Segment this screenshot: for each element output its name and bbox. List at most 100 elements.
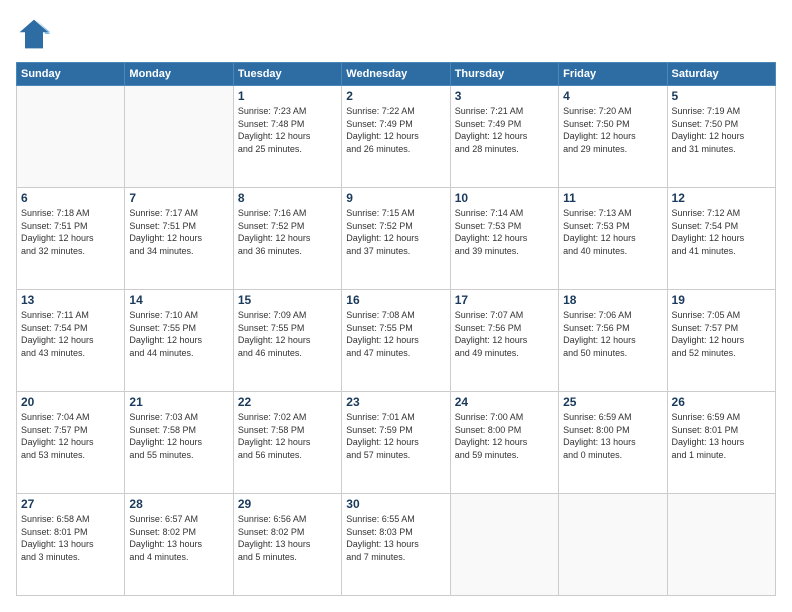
day-info: Sunrise: 7:19 AM Sunset: 7:50 PM Dayligh… — [672, 105, 771, 155]
day-number: 24 — [455, 395, 554, 409]
col-header-tuesday: Tuesday — [233, 63, 341, 86]
day-number: 14 — [129, 293, 228, 307]
day-info: Sunrise: 7:16 AM Sunset: 7:52 PM Dayligh… — [238, 207, 337, 257]
calendar-week-3: 20 Sunrise: 7:04 AM Sunset: 7:57 PM Dayli… — [17, 392, 776, 494]
day-number: 15 — [238, 293, 337, 307]
day-number: 16 — [346, 293, 445, 307]
day-number: 29 — [238, 497, 337, 511]
calendar-cell: 15 Sunrise: 7:09 AM Sunset: 7:55 PM Dayli… — [233, 290, 341, 392]
day-info: Sunrise: 6:59 AM Sunset: 8:01 PM Dayligh… — [672, 411, 771, 461]
calendar-cell: 25 Sunrise: 6:59 AM Sunset: 8:00 PM Dayli… — [559, 392, 667, 494]
calendar-cell: 10Sunrise: 7:14 AM Sunset: 7:53 PM Dayli… — [450, 188, 558, 290]
day-number: 2 — [346, 89, 445, 103]
day-info: Sunrise: 7:02 AM Sunset: 7:58 PM Dayligh… — [238, 411, 337, 461]
col-header-saturday: Saturday — [667, 63, 775, 86]
day-info: Sunrise: 7:09 AM Sunset: 7:55 PM Dayligh… — [238, 309, 337, 359]
day-number: 17 — [455, 293, 554, 307]
day-number: 13 — [21, 293, 120, 307]
calendar-cell — [559, 494, 667, 596]
page: SundayMondayTuesdayWednesdayThursdayFrid… — [0, 0, 792, 612]
day-info: Sunrise: 7:22 AM Sunset: 7:49 PM Dayligh… — [346, 105, 445, 155]
calendar-cell: 3Sunrise: 7:21 AM Sunset: 7:49 PM Daylig… — [450, 86, 558, 188]
calendar-cell: 18 Sunrise: 7:06 AM Sunset: 7:56 PM Dayli… — [559, 290, 667, 392]
calendar-cell: 11Sunrise: 7:13 AM Sunset: 7:53 PM Dayli… — [559, 188, 667, 290]
col-header-thursday: Thursday — [450, 63, 558, 86]
day-info: Sunrise: 7:07 AM Sunset: 7:56 PM Dayligh… — [455, 309, 554, 359]
day-info: Sunrise: 7:08 AM Sunset: 7:55 PM Dayligh… — [346, 309, 445, 359]
calendar-cell: 4 Sunrise: 7:20 AM Sunset: 7:50 PM Daylig… — [559, 86, 667, 188]
day-info: Sunrise: 7:23 AM Sunset: 7:48 PM Dayligh… — [238, 105, 337, 155]
calendar-cell — [125, 86, 233, 188]
calendar-cell: 1 Sunrise: 7:23 AM Sunset: 7:48 PM Daylig… — [233, 86, 341, 188]
day-number: 7 — [129, 191, 228, 205]
calendar-cell: 20 Sunrise: 7:04 AM Sunset: 7:57 PM Dayli… — [17, 392, 125, 494]
calendar-cell: 17 Sunrise: 7:07 AM Sunset: 7:56 PM Dayli… — [450, 290, 558, 392]
calendar-cell: 28 Sunrise: 6:57 AM Sunset: 8:02 PM Dayli… — [125, 494, 233, 596]
day-number: 4 — [563, 89, 662, 103]
day-info: Sunrise: 7:06 AM Sunset: 7:56 PM Dayligh… — [563, 309, 662, 359]
day-number: 19 — [672, 293, 771, 307]
day-info: Sunrise: 6:57 AM Sunset: 8:02 PM Dayligh… — [129, 513, 228, 563]
calendar-cell: 21 Sunrise: 7:03 AM Sunset: 7:58 PM Dayli… — [125, 392, 233, 494]
day-info: Sunrise: 7:10 AM Sunset: 7:55 PM Dayligh… — [129, 309, 228, 359]
day-info: Sunrise: 7:14 AM Sunset: 7:53 PM Dayligh… — [455, 207, 554, 257]
calendar-cell: 8Sunrise: 7:16 AM Sunset: 7:52 PM Daylig… — [233, 188, 341, 290]
calendar-cell: 16 Sunrise: 7:08 AM Sunset: 7:55 PM Dayli… — [342, 290, 450, 392]
day-number: 27 — [21, 497, 120, 511]
day-info: Sunrise: 7:00 AM Sunset: 8:00 PM Dayligh… — [455, 411, 554, 461]
day-number: 28 — [129, 497, 228, 511]
day-info: Sunrise: 6:55 AM Sunset: 8:03 PM Dayligh… — [346, 513, 445, 563]
calendar-cell: 9 Sunrise: 7:15 AM Sunset: 7:52 PM Daylig… — [342, 188, 450, 290]
calendar-cell: 27Sunrise: 6:58 AM Sunset: 8:01 PM Dayli… — [17, 494, 125, 596]
day-number: 1 — [238, 89, 337, 103]
day-number: 9 — [346, 191, 445, 205]
calendar-cell: 29 Sunrise: 6:56 AM Sunset: 8:02 PM Dayli… — [233, 494, 341, 596]
day-info: Sunrise: 7:18 AM Sunset: 7:51 PM Dayligh… — [21, 207, 120, 257]
day-info: Sunrise: 7:05 AM Sunset: 7:57 PM Dayligh… — [672, 309, 771, 359]
day-info: Sunrise: 7:15 AM Sunset: 7:52 PM Dayligh… — [346, 207, 445, 257]
day-info: Sunrise: 7:11 AM Sunset: 7:54 PM Dayligh… — [21, 309, 120, 359]
logo — [16, 16, 56, 52]
calendar-week-0: 1 Sunrise: 7:23 AM Sunset: 7:48 PM Daylig… — [17, 86, 776, 188]
col-header-friday: Friday — [559, 63, 667, 86]
day-info: Sunrise: 6:59 AM Sunset: 8:00 PM Dayligh… — [563, 411, 662, 461]
calendar-cell: 23Sunrise: 7:01 AM Sunset: 7:59 PM Dayli… — [342, 392, 450, 494]
day-number: 12 — [672, 191, 771, 205]
day-number: 26 — [672, 395, 771, 409]
day-info: Sunrise: 7:04 AM Sunset: 7:57 PM Dayligh… — [21, 411, 120, 461]
calendar-cell: 19 Sunrise: 7:05 AM Sunset: 7:57 PM Dayli… — [667, 290, 775, 392]
calendar-cell: 26 Sunrise: 6:59 AM Sunset: 8:01 PM Dayli… — [667, 392, 775, 494]
day-number: 3 — [455, 89, 554, 103]
calendar-cell: 13 Sunrise: 7:11 AM Sunset: 7:54 PM Dayli… — [17, 290, 125, 392]
day-info: Sunrise: 7:01 AM Sunset: 7:59 PM Dayligh… — [346, 411, 445, 461]
calendar-cell — [17, 86, 125, 188]
calendar-week-4: 27Sunrise: 6:58 AM Sunset: 8:01 PM Dayli… — [17, 494, 776, 596]
day-number: 21 — [129, 395, 228, 409]
day-info: Sunrise: 6:56 AM Sunset: 8:02 PM Dayligh… — [238, 513, 337, 563]
calendar-header-row: SundayMondayTuesdayWednesdayThursdayFrid… — [17, 63, 776, 86]
day-number: 6 — [21, 191, 120, 205]
col-header-monday: Monday — [125, 63, 233, 86]
day-number: 18 — [563, 293, 662, 307]
calendar-table: SundayMondayTuesdayWednesdayThursdayFrid… — [16, 62, 776, 596]
day-info: Sunrise: 7:17 AM Sunset: 7:51 PM Dayligh… — [129, 207, 228, 257]
col-header-wednesday: Wednesday — [342, 63, 450, 86]
calendar-cell: 14 Sunrise: 7:10 AM Sunset: 7:55 PM Dayli… — [125, 290, 233, 392]
day-number: 22 — [238, 395, 337, 409]
day-info: Sunrise: 7:20 AM Sunset: 7:50 PM Dayligh… — [563, 105, 662, 155]
calendar-cell: 5 Sunrise: 7:19 AM Sunset: 7:50 PM Daylig… — [667, 86, 775, 188]
logo-icon — [16, 16, 52, 52]
calendar-cell — [667, 494, 775, 596]
calendar-cell: 2 Sunrise: 7:22 AM Sunset: 7:49 PM Daylig… — [342, 86, 450, 188]
calendar-cell: 12Sunrise: 7:12 AM Sunset: 7:54 PM Dayli… — [667, 188, 775, 290]
day-number: 5 — [672, 89, 771, 103]
day-number: 20 — [21, 395, 120, 409]
col-header-sunday: Sunday — [17, 63, 125, 86]
calendar-cell: 24 Sunrise: 7:00 AM Sunset: 8:00 PM Dayli… — [450, 392, 558, 494]
calendar-cell: 30Sunrise: 6:55 AM Sunset: 8:03 PM Dayli… — [342, 494, 450, 596]
calendar-cell — [450, 494, 558, 596]
day-info: Sunrise: 7:03 AM Sunset: 7:58 PM Dayligh… — [129, 411, 228, 461]
day-number: 25 — [563, 395, 662, 409]
calendar-cell: 7 Sunrise: 7:17 AM Sunset: 7:51 PM Daylig… — [125, 188, 233, 290]
day-info: Sunrise: 7:13 AM Sunset: 7:53 PM Dayligh… — [563, 207, 662, 257]
